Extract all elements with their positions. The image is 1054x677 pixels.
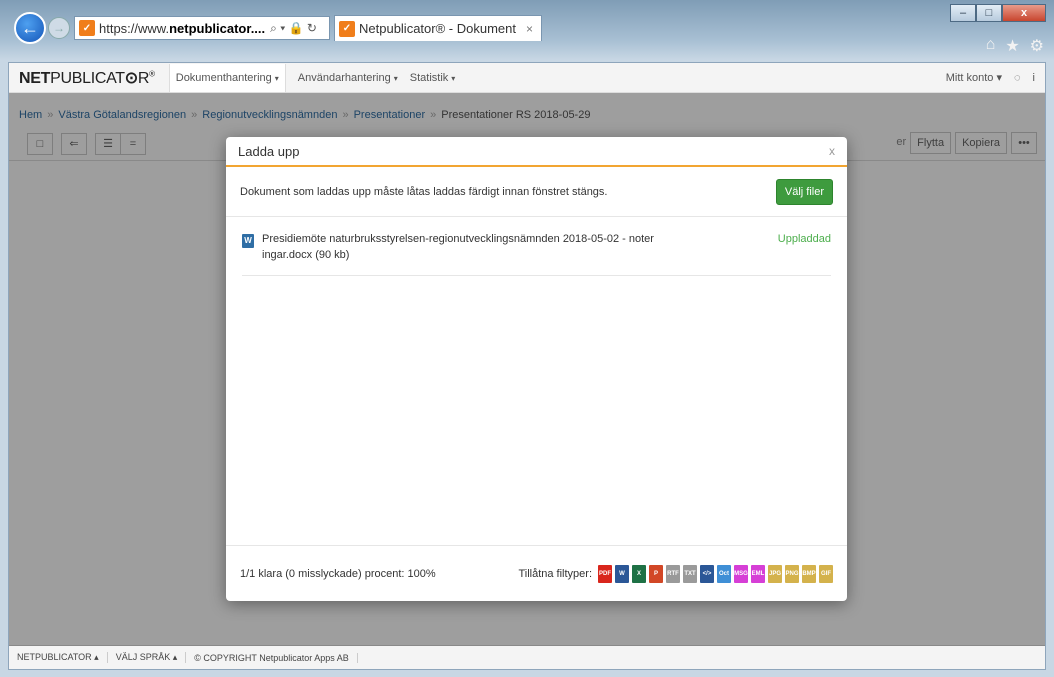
forward-button[interactable]: → [48,17,70,39]
footer-copyright: © COPYRIGHT Netpublicator Apps AB [186,652,358,663]
top-navigation: NETPUBLICAT⊙R® Dokumenthantering ▾ Använd… [9,63,1045,93]
minimize-button[interactable]: – [950,4,976,22]
png-icon: PNG [785,564,799,583]
upload-progress: 1/1 klara (0 misslyckade) procent: 100% [240,567,436,580]
tab-title: Netpublicator® - Dokument [359,21,516,36]
site-favicon-icon: ✓ [79,20,95,36]
dialog-info-bar: Dokument som laddas upp måste låtas ladd… [226,167,847,217]
word-icon: W [615,564,629,583]
info-icon[interactable]: i [1033,72,1035,84]
dialog-header: Ladda upp x [226,137,847,167]
eml-icon: EML [751,564,765,583]
page-footer: NETPUBLICATOR ▴ VÄLJ SPRÅK ▴ © COPYRIGHT… [9,645,1045,669]
close-icon[interactable]: x [829,144,835,158]
pdf-icon: PDF [598,564,612,583]
menu-statistik[interactable]: Statistik ▾ [410,72,456,84]
allowed-filetypes-label: Tillåtna filtyper: [518,567,592,580]
allowed-filetypes: Tillåtna filtyper: PDF W X P RTF TXT </>… [518,564,833,583]
html-icon: </> [700,564,714,583]
footer-language[interactable]: VÄLJ SPRÅK ▴ [108,652,187,663]
settings-icon[interactable]: ⚙ [1030,36,1044,56]
browser-tab[interactable]: ✓ Netpublicator® - Dokument × [334,15,542,41]
tab-close-icon[interactable]: × [526,22,533,36]
close-window-button[interactable]: x [1002,4,1046,22]
url-domain: netpublicator.... [169,20,266,36]
jpg-icon: JPG [768,564,782,583]
address-bar[interactable]: ✓ https://www. netpublicator.... ⌕ ▾ 🔒 ↻ [74,16,330,40]
netpublicator-logo[interactable]: NETPUBLICAT⊙R® [19,68,155,88]
window-controls: – □ x [950,4,1046,22]
dialog-footer: 1/1 klara (0 misslyckade) procent: 100% … [226,545,847,601]
choose-files-button[interactable]: Välj filer [775,178,833,205]
upload-notice: Dokument som laddas upp måste låtas ladd… [240,185,608,198]
menu-dokumenthantering[interactable]: Dokumenthantering ▾ [168,63,286,92]
rtf-icon: RTF [666,564,680,583]
excel-icon: X [632,564,646,583]
maximize-button[interactable]: □ [976,4,1002,22]
my-account-menu[interactable]: Mitt konto ▾ [946,71,1002,84]
timer-icon[interactable]: ◌ [1014,72,1021,84]
txt-icon: TXT [683,564,697,583]
back-button[interactable]: ← [14,12,46,44]
browser-window: – □ x ← → ✓ https://www. netpublicator..… [0,0,1054,677]
bmp-icon: BMP [802,564,816,583]
browser-toolbar-icons: ⌂ ★ ⚙ [986,36,1044,56]
msg-icon: MSG [734,564,748,583]
dialog-title: Ladda upp [238,143,300,159]
list-item: W Presidiemöte naturbruksstyrelsen-regio… [242,217,831,276]
home-icon[interactable]: ⌂ [986,36,996,56]
account-nav: Mitt konto ▾ ◌ i [946,71,1045,85]
upload-file-list: W Presidiemöte naturbruksstyrelsen-regio… [226,217,847,276]
address-actions-icon[interactable]: ⌕ ▾ 🔒 ↻ [270,21,317,36]
upload-dialog: Ladda upp x Dokument som laddas upp måst… [226,137,847,601]
browser-nav-row: ← → ✓ https://www. netpublicator.... ⌕ ▾… [14,12,542,44]
footer-netpublicator[interactable]: NETPUBLICATOR ▴ [9,652,108,663]
word-doc-icon: W [242,234,254,248]
gif-icon: GIF [819,564,833,583]
powerpoint-icon: P [649,564,663,583]
menu-anvandarhantering[interactable]: Användarhantering ▾ [298,72,398,84]
odt-icon: Oct [717,564,731,583]
tab-favicon-icon: ✓ [339,20,355,37]
favorites-icon[interactable]: ★ [1005,36,1019,56]
file-name: Presidiemöte naturbruksstyrelsen-regionu… [262,233,654,261]
url-protocol: https://www. [99,20,170,36]
upload-status: Uppladdad [777,233,831,245]
